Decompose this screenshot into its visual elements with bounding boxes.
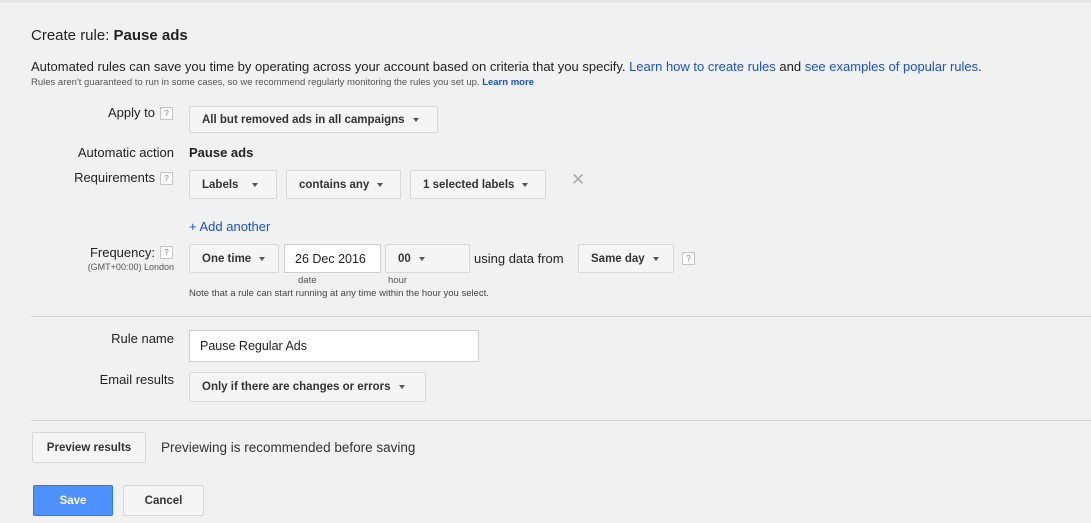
apply-to-help-icon[interactable]: ? [160, 107, 173, 120]
timezone-label: (GMT+00:00) London [87, 262, 174, 272]
chevron-down-icon [652, 256, 659, 261]
chevron-down-icon [259, 256, 266, 261]
automatic-action-label: Automatic action [77, 145, 174, 160]
intro-body: Automated rules can save you time by ope… [31, 59, 630, 74]
section-divider [31, 316, 1091, 317]
chevron-down-icon [398, 385, 405, 389]
chevron-down-icon [412, 117, 419, 122]
chevron-down-icon [418, 256, 425, 261]
apply-to-value: All but removed ads in all campaigns [202, 113, 405, 126]
email-results-label: Email results [99, 372, 174, 387]
frequency-mode-value: One time [202, 252, 252, 265]
title-prefix: Create rule: [31, 27, 114, 44]
chevron-down-icon [522, 182, 529, 187]
section-divider [31, 420, 1091, 421]
requirements-help-icon[interactable]: ? [160, 172, 173, 185]
automatic-action-value: Pause ads [189, 145, 254, 160]
frequency-hour-value: 00 [398, 252, 411, 265]
chevron-down-icon [252, 182, 259, 187]
frequency-help-icon[interactable]: ? [160, 246, 173, 259]
learn-more-link[interactable]: Learn more [482, 77, 534, 88]
intro-end: . [978, 59, 982, 74]
hour-caption: hour [388, 275, 408, 286]
monitoring-note-text: Rules aren't guaranteed to run in some c… [31, 77, 483, 88]
monitoring-note: Rules aren't guaranteed to run in some c… [31, 77, 534, 88]
rule-name-label: Rule name [111, 331, 174, 346]
frequency-hour-dropdown[interactable]: 00 [385, 244, 470, 273]
page-title: Create rule: Pause ads [31, 27, 188, 44]
frequency-label: Frequency: [89, 245, 155, 260]
learn-create-rules-link[interactable]: Learn how to create rules [629, 59, 776, 74]
requirements-label: Requirements [74, 170, 155, 185]
requirement-field-value: Labels [202, 178, 239, 191]
preview-results-button[interactable]: Preview results [32, 432, 146, 463]
email-results-dropdown[interactable]: Only if there are changes or errors [189, 372, 426, 402]
add-another-link[interactable]: + Add another [189, 219, 270, 234]
remove-requirement-icon[interactable]: ✕ [571, 171, 585, 188]
popular-rules-link[interactable]: see examples of popular rules [805, 59, 978, 74]
requirement-labels-value: 1 selected labels [423, 178, 515, 191]
intro-mid: and [775, 59, 805, 74]
data-range-dropdown[interactable]: Same day [578, 244, 674, 273]
frequency-mode-dropdown[interactable]: One time [189, 244, 279, 273]
apply-to-label: Apply to [108, 105, 155, 120]
top-border [0, 0, 1091, 3]
data-range-help-icon[interactable]: ? [682, 252, 695, 265]
cancel-button[interactable]: Cancel [123, 485, 204, 516]
chevron-down-icon [377, 182, 384, 187]
email-results-value: Only if there are changes or errors [202, 381, 391, 393]
requirement-operator-dropdown[interactable]: contains any [286, 170, 401, 199]
apply-to-dropdown[interactable]: All but removed ads in all campaigns [189, 106, 438, 133]
preview-message: Previewing is recommended before saving [161, 440, 416, 455]
rule-type-name: Pause ads [113, 27, 188, 44]
requirement-labels-dropdown[interactable]: 1 selected labels [410, 170, 546, 199]
data-range-value: Same day [591, 252, 645, 265]
intro-text: Automated rules can save you time by ope… [31, 59, 982, 74]
frequency-note: Note that a rule can start running at an… [189, 288, 489, 299]
date-caption: date [298, 275, 317, 286]
frequency-date-input[interactable]: 26 Dec 2016 [284, 244, 381, 273]
rule-name-input[interactable]: Pause Regular Ads [189, 330, 479, 362]
requirement-field-dropdown[interactable]: Labels [189, 170, 277, 199]
save-button[interactable]: Save [33, 485, 113, 516]
requirement-operator-value: contains any [299, 178, 370, 191]
using-data-from-text: using data from [474, 251, 564, 266]
